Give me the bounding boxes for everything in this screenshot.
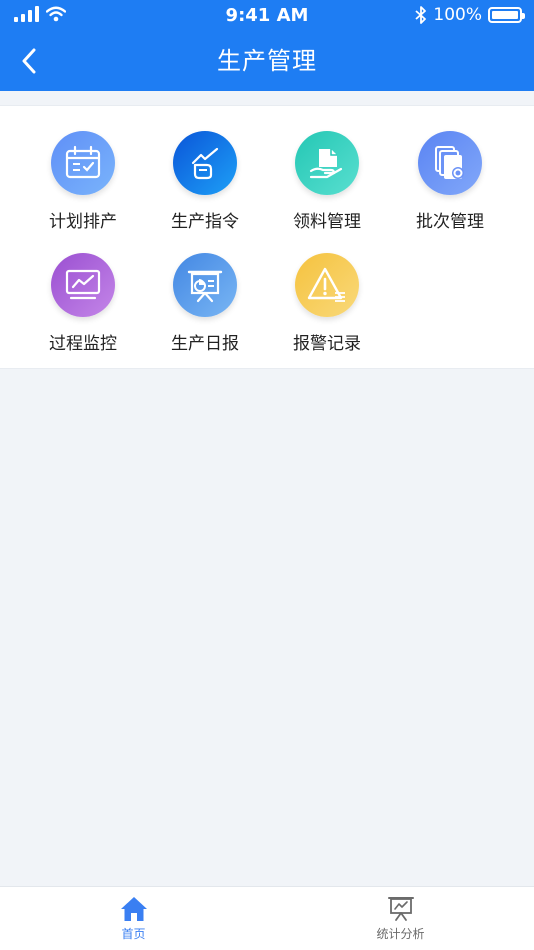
tab-statistics[interactable]: 统计分析 (267, 887, 534, 950)
menu-item-label: 报警记录 (293, 334, 361, 354)
files-gear-icon (418, 131, 482, 195)
menu-item-batch-management[interactable]: 批次管理 (389, 131, 511, 241)
tab-label: 首页 (121, 927, 146, 941)
hand-document-icon (295, 131, 359, 195)
header: 9:41 AM 100% 生产管理 (0, 0, 534, 91)
home-icon (120, 897, 147, 921)
menu-panel: 计划排产 生产指令 领料管理 批次管理 过程监控 生产日报 报警记录 (0, 105, 534, 369)
calendar-check-icon (51, 131, 115, 195)
page-title: 生产管理 (217, 47, 317, 75)
status-bar: 9:41 AM 100% (0, 0, 534, 32)
battery-percent: 100% (433, 5, 482, 25)
menu-item-plan-scheduling[interactable]: 计划排产 (22, 131, 144, 241)
menu-item-alarm-records[interactable]: 报警记录 (266, 253, 388, 363)
hand-pointer-icon (173, 131, 237, 195)
battery-level (492, 11, 518, 19)
presentation-board-icon (173, 253, 237, 317)
warning-triangle-icon (295, 253, 359, 317)
menu-item-label: 生产指令 (171, 212, 239, 232)
bottom-tab-bar: 首页 统计分析 (0, 886, 534, 950)
status-right: 100% (415, 5, 525, 25)
menu-item-daily-report[interactable]: 生产日报 (144, 253, 266, 363)
menu-item-process-monitoring[interactable]: 过程监控 (22, 253, 144, 363)
menu-item-label: 领料管理 (293, 212, 361, 232)
bluetooth-icon (415, 6, 427, 24)
monitor-chart-icon (51, 253, 115, 317)
battery-icon (488, 7, 525, 23)
tab-home[interactable]: 首页 (0, 887, 267, 950)
menu-item-production-order[interactable]: 生产指令 (144, 131, 266, 241)
menu-item-material-requisition[interactable]: 领料管理 (266, 131, 388, 241)
menu-item-label: 计划排产 (49, 212, 117, 232)
menu-item-label: 批次管理 (416, 212, 484, 232)
menu-item-label: 生产日报 (171, 334, 239, 354)
tab-label: 统计分析 (376, 927, 425, 941)
menu-item-label: 过程监控 (49, 334, 117, 354)
chart-board-icon (387, 897, 414, 921)
